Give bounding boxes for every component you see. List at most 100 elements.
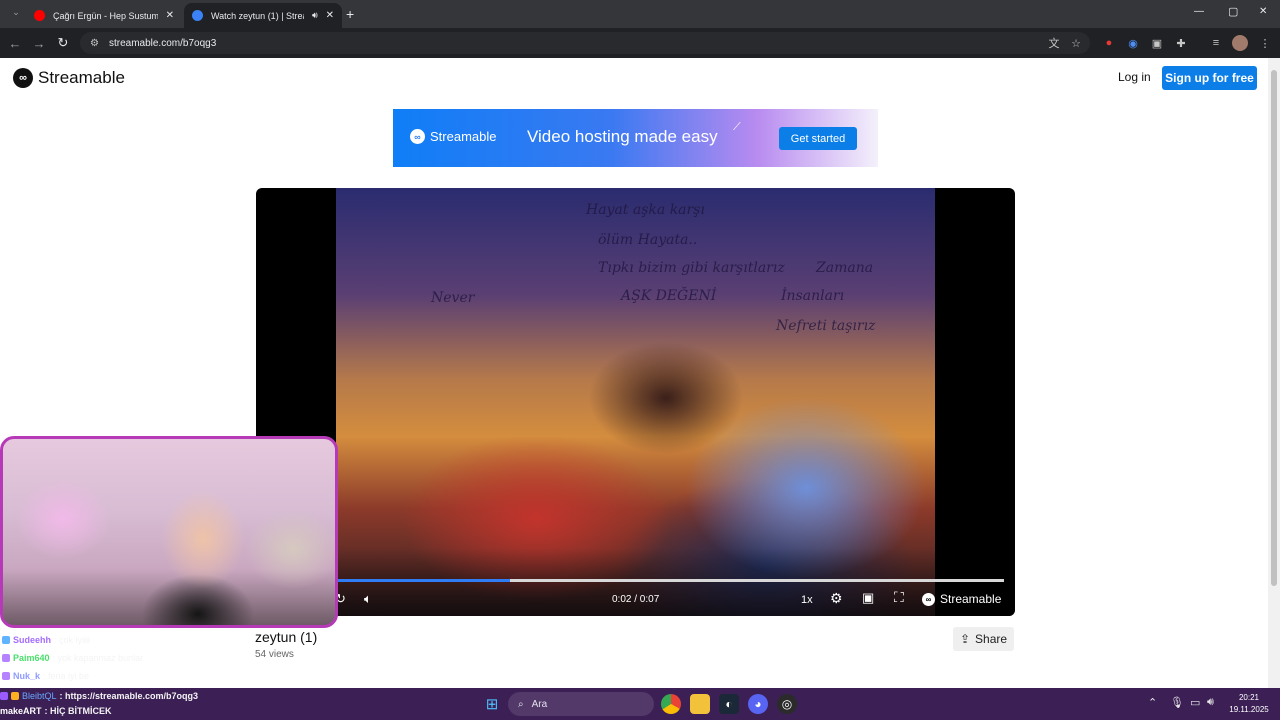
profile-avatar[interactable] bbox=[1232, 35, 1248, 51]
obs-icon[interactable]: ◎ bbox=[777, 694, 797, 714]
tab-title: Çağrı Ergün - Hep Sustum (Aral bbox=[53, 10, 158, 21]
streamable-logo[interactable]: ∞ Streamable bbox=[13, 68, 125, 88]
streamable-logo-icon: ∞ bbox=[922, 592, 935, 606]
chat-message: BleibtQL : https://streamable.com/b7oqg3 bbox=[0, 688, 338, 703]
brand-name: Streamable bbox=[38, 68, 125, 87]
address-bar[interactable]: ⚙ streamable.com/b7oqg3 bbox=[80, 32, 1090, 54]
bookmark-star-icon[interactable]: ☆ bbox=[1068, 35, 1084, 51]
chat-username: makeART bbox=[0, 706, 42, 716]
tab-streamable[interactable]: Watch zeytun (1) | Streamab 🔊︎ ✕ bbox=[184, 3, 342, 28]
forward-icon[interactable]: → bbox=[27, 36, 51, 51]
windows-start-icon[interactable]: ⊞ bbox=[482, 694, 502, 714]
search-placeholder: Ara bbox=[531, 698, 548, 710]
banner-brand: Streamable bbox=[430, 129, 497, 144]
url-text: streamable.com/b7oqg3 bbox=[108, 37, 217, 49]
chat-message: Paim640 : yok kapanmaz bunlar bbox=[2, 649, 332, 667]
tab-list-icon[interactable]: ≡ bbox=[1208, 35, 1224, 51]
wall-writing: AŞK DEĞENİ bbox=[621, 288, 717, 304]
reload-icon[interactable]: ↻ bbox=[51, 35, 75, 51]
time-display: 0:02 / 0:07 bbox=[612, 594, 660, 605]
chat-text: : https://streamable.com/b7oqg3 bbox=[59, 690, 199, 701]
chat-username: Nuk_k bbox=[13, 671, 41, 681]
youtube-icon bbox=[34, 10, 45, 21]
wall-writing: Hayat aşka karşı bbox=[586, 202, 705, 218]
maximize-button[interactable]: ▢ bbox=[1228, 5, 1238, 18]
taskbar-clock[interactable]: 20:21 19.11.2025 bbox=[1226, 692, 1272, 716]
volume-icon[interactable]: 🔈︎ bbox=[364, 591, 372, 607]
streamer-webcam bbox=[0, 436, 338, 628]
settings-gear-icon[interactable]: ⚙ bbox=[830, 590, 843, 607]
clock-time: 20:21 bbox=[1238, 693, 1260, 702]
chat-message: Nuk_k : fena iyi be bbox=[2, 667, 332, 685]
banner-logo: ∞ Streamable bbox=[410, 129, 496, 144]
chat-text: : HİÇ BİTMİCEK bbox=[44, 706, 112, 716]
chat-text: : fena iyi be bbox=[43, 671, 90, 681]
translate-icon[interactable]: 文 bbox=[1046, 35, 1062, 51]
taskbar-search[interactable]: ⌕ Ara bbox=[508, 692, 654, 716]
chat-badge-icon bbox=[2, 636, 10, 644]
chrome-icon[interactable] bbox=[661, 694, 681, 714]
back-icon[interactable]: ← bbox=[3, 36, 27, 51]
browser-menu-icon[interactable]: ⋮ bbox=[1257, 35, 1273, 51]
chat-username: Paim640 bbox=[13, 653, 50, 663]
video-player[interactable]: Hayat aşka karşı ölüm Hayata.. Tıpkı biz… bbox=[256, 188, 1015, 616]
streamable-logo-icon: ∞ bbox=[410, 129, 425, 144]
promo-banner[interactable]: ∞ Streamable Video hosting made easy ⟋ G… bbox=[393, 109, 878, 167]
scrollbar-thumb[interactable] bbox=[1271, 70, 1277, 586]
playback-speed-button[interactable]: 1x bbox=[801, 594, 813, 606]
signup-button[interactable]: Sign up for free bbox=[1162, 66, 1257, 90]
chat-username: Sudeehh bbox=[13, 635, 52, 645]
chat-badge-icon bbox=[2, 672, 10, 680]
extension-red-icon[interactable]: ● bbox=[1101, 35, 1117, 51]
tab-search-icon[interactable]: ⌄ bbox=[4, 7, 28, 18]
tab-title: Watch zeytun (1) | Streamab bbox=[211, 10, 304, 21]
chat-message: Sudeehh : çok iyiiii bbox=[2, 631, 332, 649]
volume-tray-icon[interactable]: 🔊︎ bbox=[1207, 696, 1214, 709]
sparkle-icon: ⟋ bbox=[733, 121, 741, 133]
wall-writing: İnsanları bbox=[781, 288, 845, 304]
progress-bar-fill bbox=[336, 579, 510, 582]
chat-badge-icon bbox=[2, 654, 10, 662]
clock-date: 19.11.2025 bbox=[1229, 705, 1269, 714]
get-started-button[interactable]: Get started bbox=[779, 127, 857, 150]
close-tab-icon[interactable]: ✕ bbox=[326, 10, 334, 21]
chat-badge-icon bbox=[11, 691, 19, 700]
file-explorer-icon[interactable] bbox=[690, 694, 710, 714]
wall-writing: Tıpkı bizim gibi karşıtlarız bbox=[598, 260, 785, 276]
chat-alert-overlay: BleibtQL : https://streamable.com/b7oqg3… bbox=[0, 688, 338, 719]
share-label: Share bbox=[975, 632, 1008, 646]
chat-overlay: Sudeehh : çok iyiiii Paim640 : yok kapan… bbox=[2, 631, 332, 685]
display-icon[interactable]: ▭ bbox=[1190, 696, 1200, 709]
new-tab-button[interactable]: + bbox=[346, 6, 354, 22]
streamable-logo-icon: ∞ bbox=[13, 68, 33, 88]
search-icon: ⌕ bbox=[518, 698, 524, 710]
wall-writing: Never bbox=[431, 290, 475, 306]
tray-overflow-icon[interactable]: ⌃ bbox=[1148, 696, 1157, 709]
share-icon: ⇪ bbox=[959, 632, 971, 646]
player-streamable-logo[interactable]: ∞ Streamable bbox=[922, 592, 1001, 606]
extension-dark-icon[interactable]: ▣ bbox=[1149, 35, 1165, 51]
wall-writing: Zamana bbox=[816, 260, 874, 276]
chat-username: BleibtQL bbox=[22, 690, 57, 701]
microphone-icon[interactable]: 🎙︎ bbox=[1170, 696, 1184, 709]
chat-text: : yok kapanmaz bunlar bbox=[52, 653, 144, 663]
fullscreen-icon[interactable]: ⛶ bbox=[894, 589, 904, 606]
tab-youtube[interactable]: Çağrı Ergün - Hep Sustum (Aral ✕ bbox=[26, 3, 182, 28]
speaker-icon[interactable]: 🔊︎ bbox=[312, 10, 318, 21]
streamable-icon bbox=[192, 10, 203, 21]
chat-text: : çok iyiiii bbox=[54, 635, 91, 645]
extensions-puzzle-icon[interactable]: ✚ bbox=[1173, 35, 1189, 51]
login-link[interactable]: Log in bbox=[1118, 70, 1151, 84]
minimize-button[interactable]: — bbox=[1194, 6, 1204, 17]
chat-badge-icon bbox=[0, 691, 8, 700]
wall-writing: ölüm Hayata.. bbox=[598, 232, 698, 248]
close-tab-icon[interactable]: ✕ bbox=[166, 10, 174, 21]
site-info-icon[interactable]: ⚙ bbox=[90, 38, 99, 49]
steam-icon[interactable]: ◐ bbox=[719, 694, 739, 714]
extension-audio-icon[interactable]: ◉ bbox=[1125, 35, 1141, 51]
picture-in-picture-icon[interactable]: ▣ bbox=[862, 590, 874, 606]
share-button[interactable]: ⇪ Share bbox=[953, 627, 1014, 651]
close-window-button[interactable]: ✕ bbox=[1259, 6, 1267, 17]
discord-icon[interactable]: ◕ bbox=[748, 694, 768, 714]
chat-message: makeART : HİÇ BİTMİCEK bbox=[0, 703, 338, 719]
